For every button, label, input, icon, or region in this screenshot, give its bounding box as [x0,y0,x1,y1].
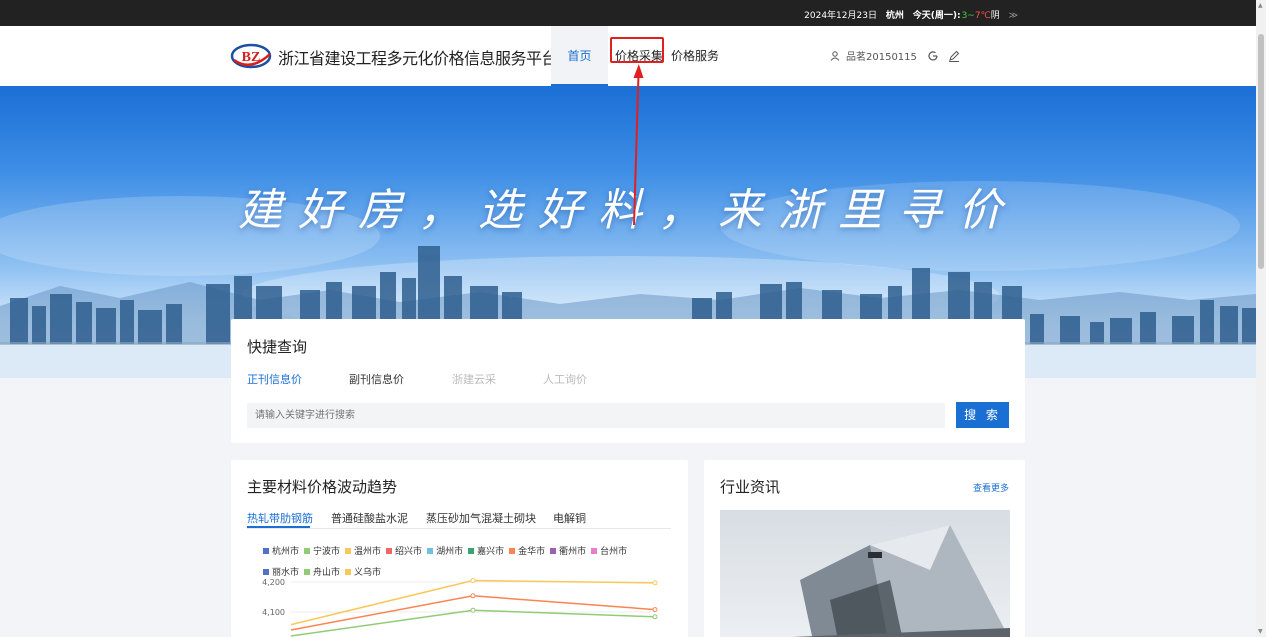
quick-search-title: 快捷查询 [247,338,308,356]
data-point [470,578,476,583]
tab-supplement-price[interactable]: 副刊信息价 [349,371,404,387]
nav-price-service[interactable]: 价格服务 [671,26,719,86]
series-line [290,609,656,637]
page-scrollbar[interactable]: ▲ ▼ [1256,0,1266,637]
city-text: 杭州 [885,11,904,21]
scroll-down-icon[interactable]: ▼ [1258,628,1263,635]
banner-slogan: 建好房，选好料，来浙里寻价 [238,185,1018,236]
username[interactable]: 品茗20150115 [846,48,917,63]
y-tick-label: 4,200 [262,578,285,587]
data-point [470,593,476,599]
news-image[interactable] [720,510,1010,637]
tab-manual-inquiry[interactable]: 人工询价 [543,371,587,387]
quick-search-card: 快捷查询 正刊信息价 副刊信息价 浙建云采 人工询价 搜 索 [231,319,1025,443]
tab-zhejian-yuncai[interactable]: 浙建云采 [452,371,496,387]
user-area: 品茗20150115 [830,48,960,63]
nav-home[interactable]: 首页 [551,26,608,86]
highlight-box [610,37,664,63]
temp-high: 7℃ [974,11,991,21]
industry-news-card: 行业资讯 查看更多 [704,460,1025,637]
scroll-thumb[interactable] [1258,34,1264,269]
temp-low: 3~ [961,11,975,21]
site-title: 浙江省建设工程多元化价格信息服务平台V1.0 [278,49,592,68]
news-more-link[interactable]: 查看更多 [973,481,1009,494]
day-text: 今天(周一): [912,11,961,21]
tab-official-price[interactable]: 正刊信息价 [247,371,302,387]
weather-text: 阴 [990,11,1000,21]
weather-info: 2024年12月23日 杭州 今天(周一):3~7℃阴 ≫ [798,8,1018,21]
data-point [470,607,476,613]
search-button[interactable]: 搜 索 [956,402,1009,428]
search-input[interactable] [247,403,945,428]
scroll-up-icon[interactable]: ▲ [1258,2,1263,9]
data-point [652,607,658,613]
data-point [652,580,658,586]
more-weather-chevron-icon[interactable]: ≫ [1009,11,1018,21]
price-trend-card: 主要材料价格波动趋势 热轧带肋钢筋 普通硅酸盐水泥 蒸压砂加气混凝土砌块 电解铜… [231,460,688,637]
edit-icon[interactable] [948,50,960,62]
site-header: BZ 浙江省建设工程多元化价格信息服务平台V1.0 首页 价格采集 价格服务 品… [0,26,1256,86]
bz-logo[interactable]: BZ [230,42,272,70]
user-icon [830,50,840,61]
logo-text: BZ [242,50,261,65]
refresh-icon[interactable] [927,50,939,62]
news-title: 行业资讯 [720,478,781,496]
y-tick-label: 4,100 [262,608,285,617]
price-trend-chart: 4,200 4,100 [262,578,658,637]
series-line [290,595,656,631]
date-text: 2024年12月23日 [804,11,877,21]
top-info-bar: 2024年12月23日 杭州 今天(周一):3~7℃阴 ≫ [0,0,1256,26]
series-line [290,579,656,626]
data-point [652,614,658,620]
